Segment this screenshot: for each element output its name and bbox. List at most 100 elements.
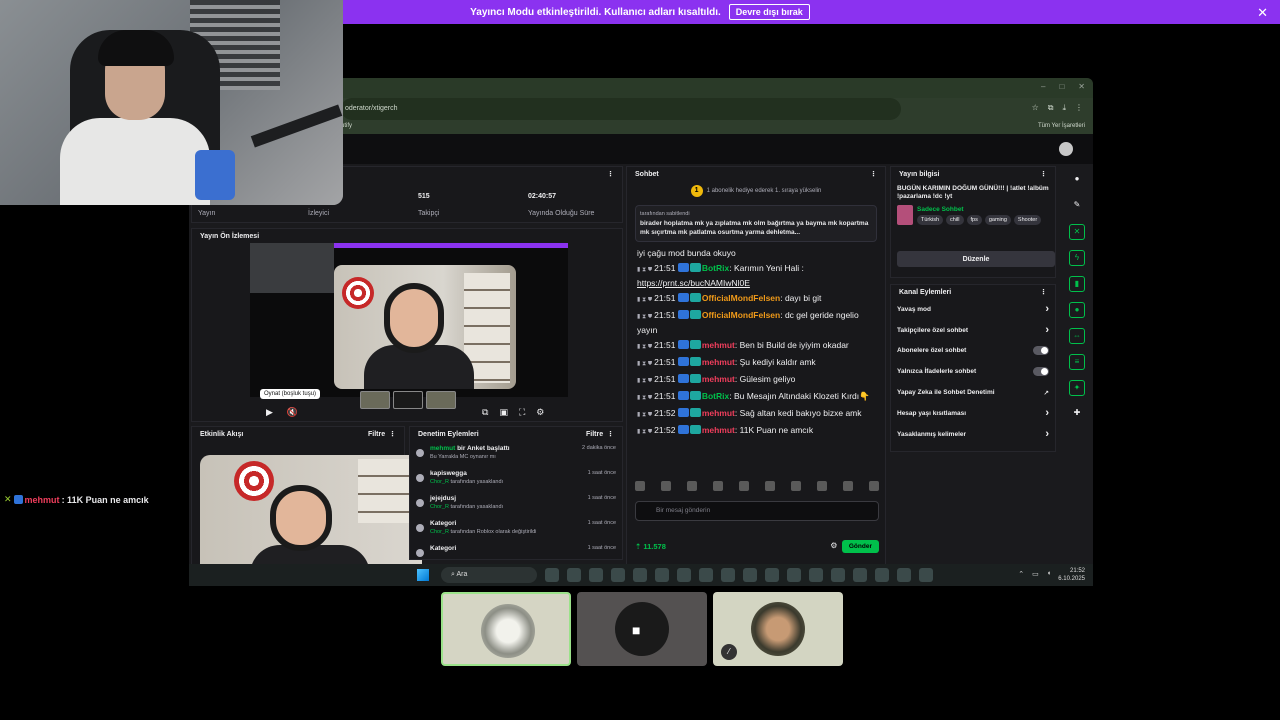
clock[interactable]: 21:52 6.10.2025 — [1058, 567, 1085, 583]
app-icon[interactable] — [655, 568, 669, 582]
app-icon[interactable] — [765, 568, 779, 582]
mod-item[interactable]: kapiswegga Chor_R tarafından yasaklandı … — [416, 470, 616, 495]
window-close-icon[interactable]: ✕ — [1078, 82, 1085, 91]
mod-icons[interactable]: ▮ ⧗ ⛊ — [637, 267, 652, 273]
fullscreen-icon[interactable]: ⛶ — [519, 407, 525, 418]
app-icon[interactable] — [787, 568, 801, 582]
mod-icons[interactable]: ▮ ⧗ ⛊ — [637, 344, 652, 350]
more-icon[interactable]: ⋮ — [607, 431, 614, 438]
app-icon[interactable] — [875, 568, 889, 582]
chat-username[interactable]: mehmut — [702, 357, 735, 367]
disable-streamer-mode-button[interactable]: Devre dışı bırak — [728, 4, 810, 20]
wrench-icon[interactable]: ✦ — [1069, 380, 1085, 396]
chevron-right-icon[interactable]: › — [1045, 407, 1049, 419]
mute-icon[interactable]: 🔇 — [287, 407, 298, 418]
channel-action-row[interactable]: Takipçilere özel sohbet › — [891, 320, 1055, 341]
menu-icon[interactable]: ⋮ — [1075, 103, 1083, 113]
settings-icon[interactable]: ⚙ — [536, 407, 544, 418]
participant-tile[interactable] — [441, 592, 571, 666]
app-icon[interactable] — [809, 568, 823, 582]
channel-action-row[interactable]: Yapay Zeka ile Sohbet Denetimi ↗ — [891, 382, 1055, 403]
app-icon[interactable] — [677, 568, 691, 582]
app-icon[interactable] — [853, 568, 867, 582]
mod-item[interactable]: mehmut bir Anket başlattı Bu Yarrakla MC… — [416, 445, 616, 470]
app-icon[interactable] — [831, 568, 845, 582]
scene-thumb[interactable] — [360, 391, 390, 409]
more-icon[interactable]: ⋮ — [1040, 288, 1047, 296]
chevron-right-icon[interactable]: › — [1045, 428, 1049, 440]
minimize-icon[interactable]: – — [1041, 82, 1045, 91]
activity-filter[interactable]: Filtre — [368, 431, 385, 438]
play-icon[interactable]: ▶ — [266, 407, 273, 418]
channel-action-row[interactable]: Hesap yaşı kısıtlaması › — [891, 403, 1055, 424]
app-icon[interactable] — [699, 568, 713, 582]
scene-thumb[interactable] — [426, 391, 456, 409]
app-icon[interactable] — [721, 568, 735, 582]
url-field[interactable]: oderator/xtigerch — [341, 98, 901, 120]
emote-icon[interactable] — [817, 481, 827, 491]
split-icon[interactable]: ⇔ — [1069, 328, 1085, 344]
external-link-icon[interactable]: ↗ — [1044, 389, 1049, 397]
participant-tile[interactable]: ⁄ — [713, 592, 843, 666]
gift-banner[interactable]: 1 1 abonelik hediye ederek 1. sıraya yük… — [627, 181, 885, 201]
toggle-switch[interactable] — [1033, 367, 1049, 377]
more-icon[interactable]: ⋮ — [1040, 170, 1047, 178]
mod-icons[interactable]: ▮ ⧗ ⛊ — [637, 412, 652, 418]
chat-input[interactable]: Bir mesaj gönderin — [635, 501, 879, 521]
chat-username[interactable]: mehmut — [702, 408, 735, 418]
emote-icon[interactable] — [869, 481, 879, 491]
more-icon[interactable]: ⋮ — [607, 170, 614, 178]
tag[interactable]: Türkish — [917, 214, 944, 225]
avatar[interactable] — [1059, 142, 1073, 156]
mod-icons[interactable]: ▮ ⧗ ⛊ — [637, 378, 652, 384]
category-name[interactable]: Sadece Sohbet — [917, 206, 1041, 213]
mod-icons[interactable]: ▮ ⧗ ⛊ — [637, 297, 652, 303]
pinned-message[interactable]: tarafından sabitlendi birader hoplatma m… — [635, 205, 877, 242]
emote-icon[interactable] — [713, 481, 723, 491]
tag[interactable]: Shooter — [1013, 214, 1042, 225]
tag[interactable]: fps — [966, 214, 982, 225]
chat-username[interactable]: BotRix — [702, 263, 729, 273]
mod-icons[interactable]: ▮ ⧗ ⛊ — [637, 314, 652, 320]
mod-filter[interactable]: Filtre — [586, 431, 603, 438]
mod-icons[interactable]: ▮ ⧗ ⛊ — [637, 429, 652, 435]
channel-points[interactable]: ⇡ 11.578 — [635, 542, 666, 551]
chevron-right-icon[interactable]: › — [1045, 303, 1049, 315]
close-icon[interactable]: ✕ — [1257, 5, 1268, 21]
extensions-icon[interactable]: ⧉ — [1048, 103, 1054, 113]
app-icon[interactable] — [567, 568, 581, 582]
database-icon[interactable]: ≡ — [1069, 354, 1085, 370]
mod-item[interactable]: Kategori Chor_R tarafından Roblox olarak… — [416, 520, 616, 545]
info-icon[interactable]: ● — [1069, 172, 1085, 188]
emote-icon[interactable] — [687, 481, 697, 491]
channel-action-row[interactable]: Abonelere özel sohbet — [891, 341, 1055, 362]
more-icon[interactable]: ⋮ — [870, 170, 877, 178]
app-icon[interactable] — [919, 568, 933, 582]
chat-username[interactable]: mehmut — [702, 425, 735, 435]
chat-bubble-icon[interactable]: ● — [1069, 302, 1085, 318]
mod-icons[interactable]: ▮ ⧗ ⛊ — [637, 395, 652, 401]
app-icon[interactable] — [897, 568, 911, 582]
flash-icon[interactable]: ϟ — [1069, 250, 1085, 266]
emote-icon[interactable] — [843, 481, 853, 491]
emote-icon[interactable] — [739, 481, 749, 491]
app-icon[interactable] — [633, 568, 647, 582]
pencil-icon[interactable]: ✎ — [1069, 198, 1085, 214]
chat-username[interactable]: mehmut — [702, 374, 735, 384]
app-icon[interactable] — [611, 568, 625, 582]
mod-icons[interactable]: ▮ ⧗ ⛊ — [637, 361, 652, 367]
tag[interactable]: gaming — [984, 214, 1011, 225]
emote-icon[interactable] — [635, 481, 645, 491]
theater-icon[interactable]: ▣ — [499, 407, 508, 418]
windows-start-icon[interactable] — [417, 569, 429, 581]
maximize-icon[interactable]: □ — [1059, 82, 1064, 91]
app-icon[interactable] — [545, 568, 559, 582]
chevron-up-icon[interactable]: ⌃ — [1018, 570, 1024, 578]
pip-icon[interactable]: ⧉ — [482, 407, 488, 418]
mod-item[interactable]: Kategori 1 saat önce — [416, 545, 616, 559]
app-icon[interactable] — [743, 568, 757, 582]
chat-username[interactable]: OfficialMondFelsen — [702, 310, 780, 320]
channel-action-row[interactable]: Yavaş mod › — [891, 299, 1055, 320]
star-icon[interactable]: ☆ — [1032, 103, 1039, 113]
chat-settings-icon[interactable]: ⚙ — [830, 541, 837, 550]
